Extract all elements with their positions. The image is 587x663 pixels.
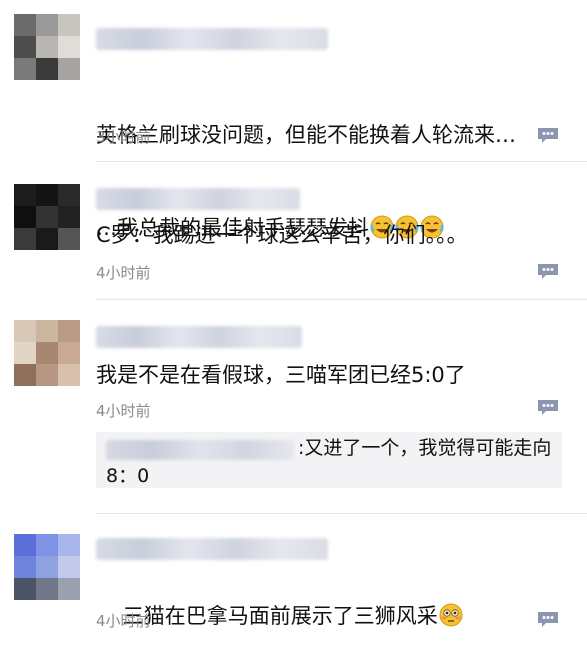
comment-time: 4小时前	[96, 612, 151, 630]
comment-time: 3小时前	[96, 128, 151, 146]
comment-text: 三猫在巴拿马面前展示了三狮风采	[96, 570, 557, 663]
avatar[interactable]	[14, 14, 80, 80]
avatar[interactable]	[14, 534, 80, 600]
comment-reply-icon[interactable]	[536, 610, 560, 628]
comment-text: C罗：我踢进一个球这么辛苦，你们。。。	[96, 223, 468, 247]
comment-reply-icon[interactable]	[536, 262, 560, 280]
reply-text: :又进了一个，我觉得可能走向8：0	[106, 437, 552, 487]
comment-item: 三猫在巴拿马面前展示了三狮风采 4小时前	[0, 514, 587, 641]
reply-box[interactable]: :又进了一个，我觉得可能走向8：0	[96, 432, 562, 488]
comment-time: 4小时前	[96, 402, 151, 420]
comment-text: 我是不是在看假球，三喵军团已经5:0了	[96, 363, 466, 387]
username-blurred[interactable]	[96, 28, 328, 50]
username-blurred[interactable]	[96, 188, 300, 210]
comment-item: C罗：我踢进一个球这么辛苦，你们。。。 4小时前	[0, 162, 587, 300]
comment-item: 我是不是在看假球，三喵军团已经5:0了 4小时前 :又进了一个，我觉得可能走向8…	[0, 300, 587, 514]
comment-time: 4小时前	[96, 264, 151, 282]
flushed-face-icon	[439, 603, 463, 627]
username-blurred[interactable]	[96, 326, 302, 348]
comment-reply-icon[interactable]	[536, 126, 560, 144]
avatar[interactable]	[14, 184, 80, 250]
username-blurred[interactable]	[96, 538, 328, 560]
comment-reply-icon[interactable]	[536, 398, 560, 416]
comment-item: 英格兰刷球没问题，但能不能换着人轮流来… …我总裁的最佳射手瑟瑟发抖 3小时前	[0, 0, 587, 240]
avatar[interactable]	[14, 320, 80, 386]
